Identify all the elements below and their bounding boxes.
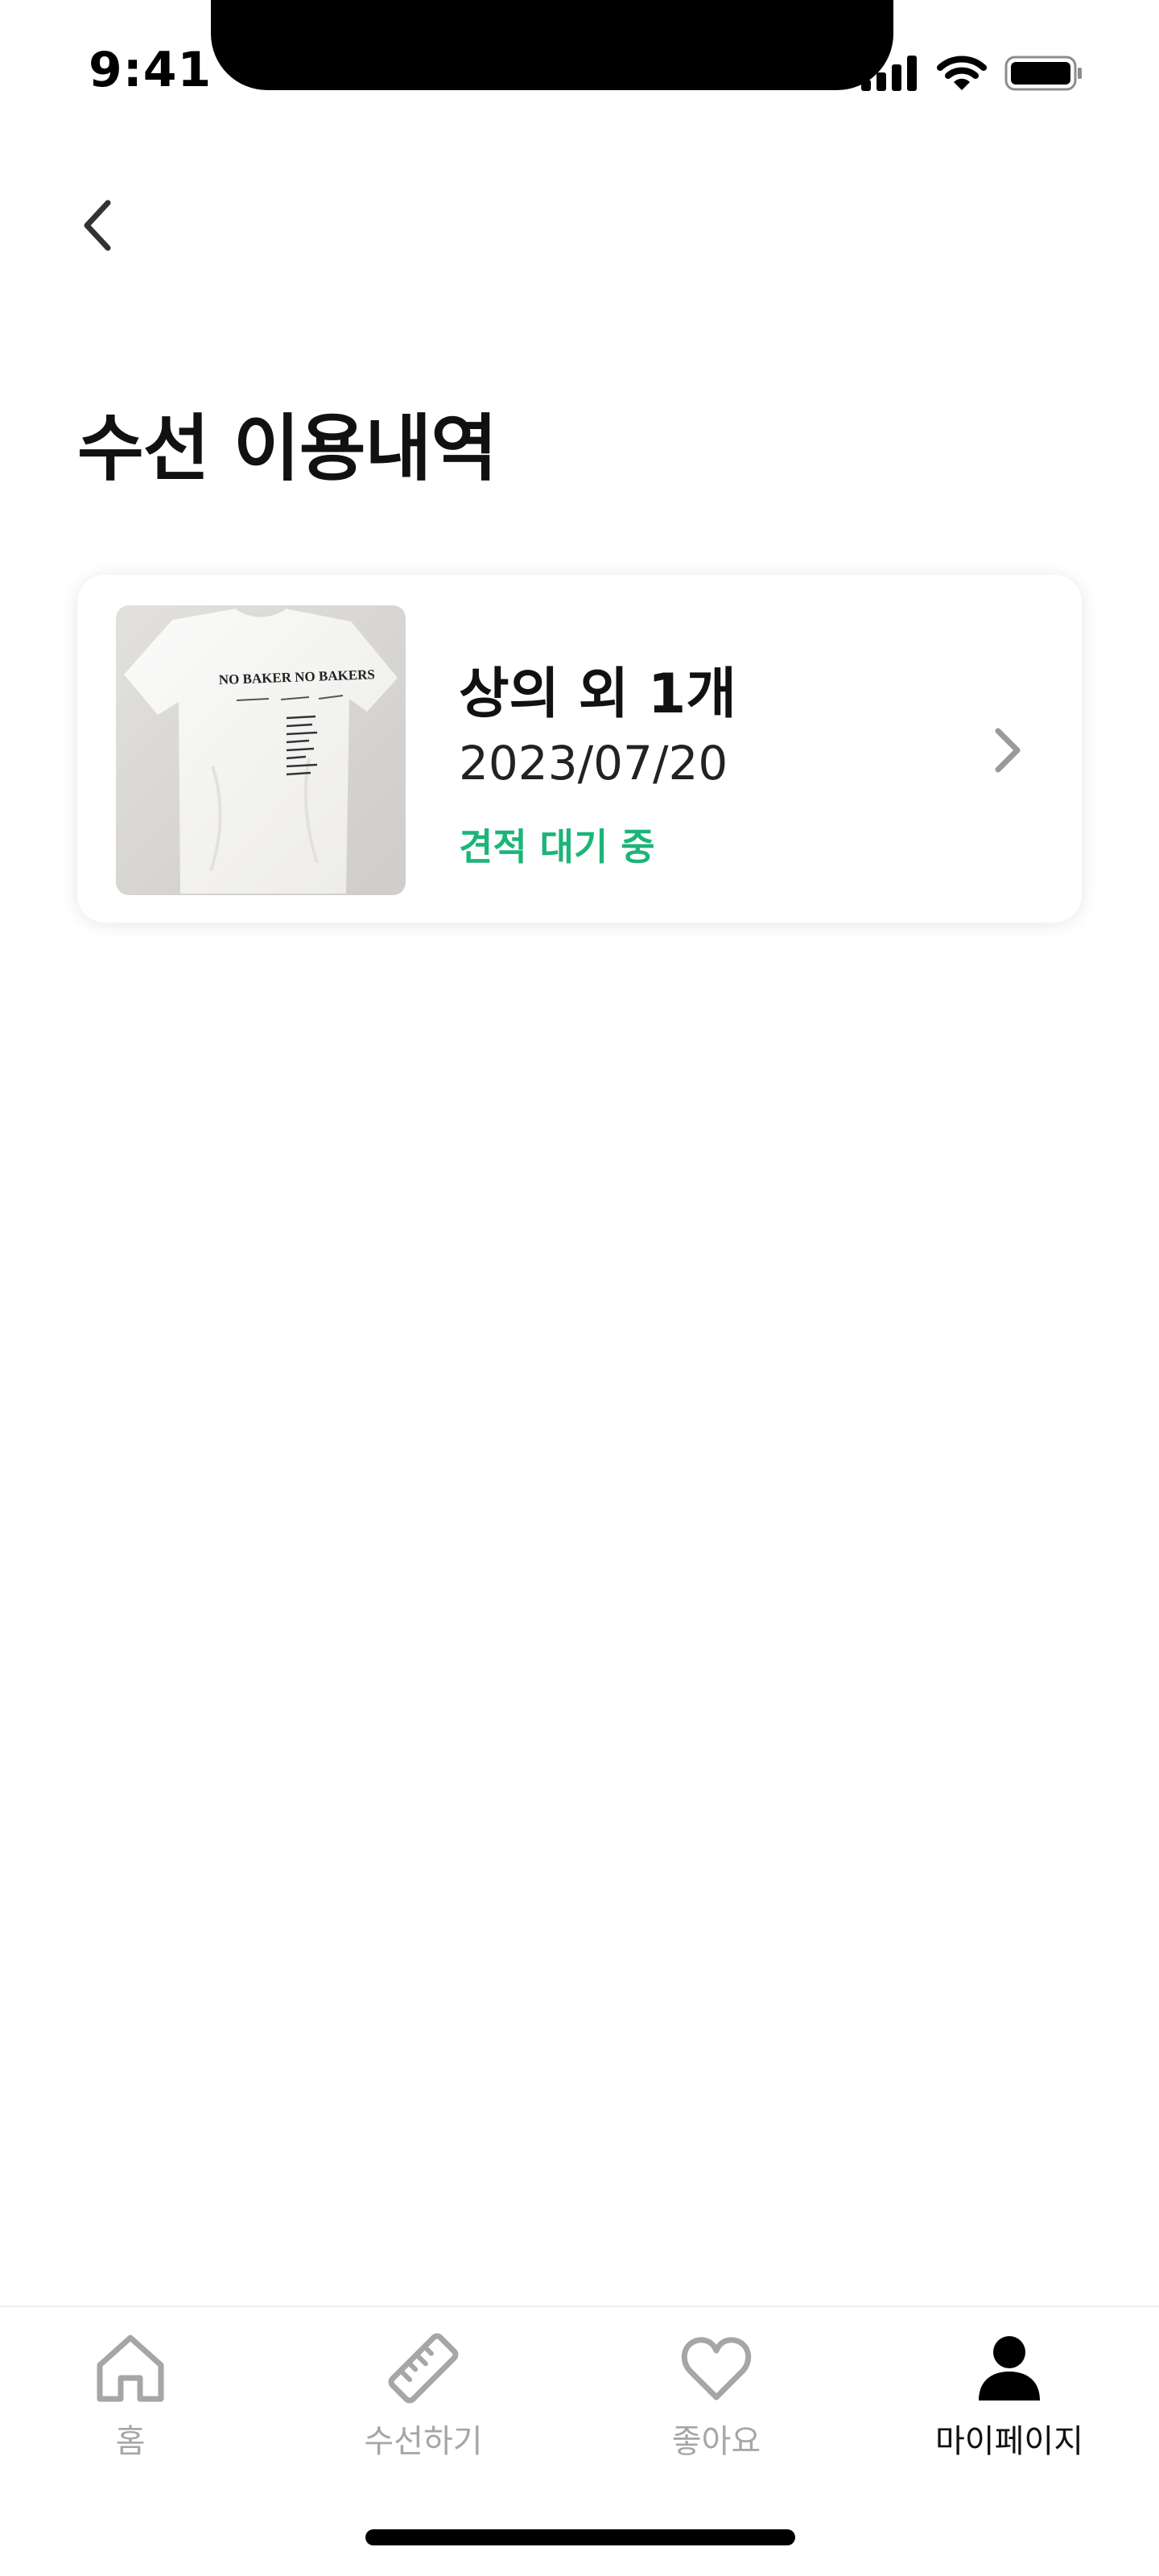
- tab-label-mypage: 마이페이지: [935, 2423, 1083, 2460]
- tab-likes[interactable]: 좋아요: [596, 2330, 837, 2491]
- person-icon: [979, 2336, 1040, 2401]
- order-title: 상의 외 1개: [459, 663, 736, 726]
- heart-icon: [681, 2337, 752, 2401]
- ruler-icon: [388, 2333, 459, 2404]
- tab-label-home: 홈: [115, 2423, 146, 2460]
- tab-home[interactable]: 홈: [10, 2330, 251, 2491]
- tab-mypage[interactable]: 마이페이지: [889, 2330, 1130, 2491]
- chevron-right-icon: [995, 728, 1021, 773]
- chevron-left-icon: [84, 200, 111, 251]
- home-icon: [97, 2334, 164, 2402]
- screen: 9:41 수선 이용내역 NO BAKER NO BAKERS 상의 외 1개 …: [0, 0, 1159, 2576]
- cellular-signal-icon: [861, 56, 917, 91]
- page-title: 수선 이용내역: [77, 407, 497, 491]
- device-notch: [211, 0, 893, 90]
- order-status: 견적 대기 중: [459, 825, 655, 869]
- tshirt-photo: NO BAKER NO BAKERS: [124, 607, 398, 894]
- back-button[interactable]: [68, 190, 126, 261]
- tab-repair[interactable]: 수선하기: [303, 2330, 544, 2491]
- wifi-icon: [937, 56, 987, 90]
- order-thumbnail: NO BAKER NO BAKERS: [116, 605, 406, 895]
- battery-icon: [1004, 56, 1082, 91]
- tab-label-repair: 수선하기: [364, 2423, 483, 2460]
- status-time: 9:41: [89, 42, 212, 98]
- order-date: 2023/07/20: [459, 736, 728, 791]
- home-indicator: [365, 2529, 795, 2545]
- order-card[interactable]: NO BAKER NO BAKERS 상의 외 1개 2023/07/20 견적…: [77, 575, 1082, 923]
- status-icons: [861, 55, 1083, 92]
- tab-label-likes: 좋아요: [671, 2423, 761, 2460]
